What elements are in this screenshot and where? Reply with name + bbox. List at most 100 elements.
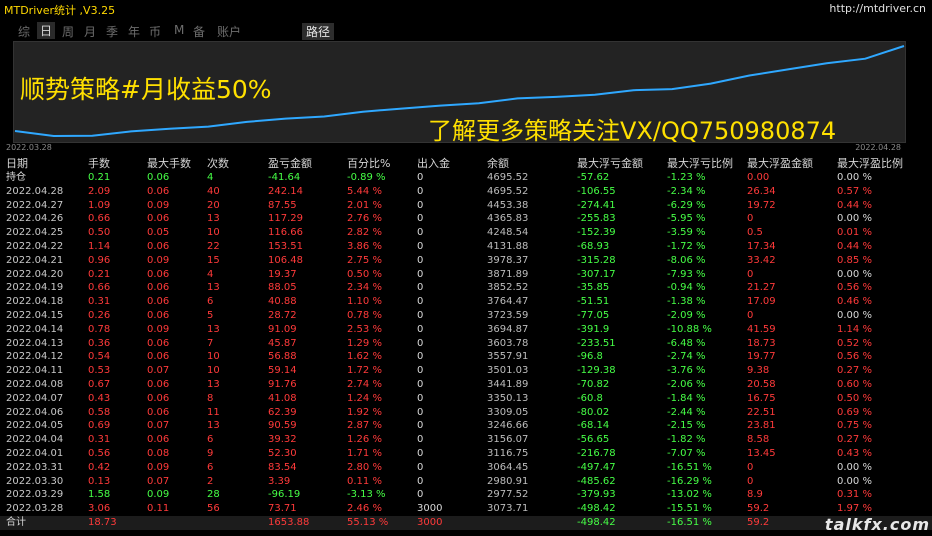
col-max-float-profit-pct[interactable]: 最大浮盈比例: [837, 156, 903, 171]
cell-date: 2022.04.07: [6, 392, 64, 404]
table-row[interactable]: 2022.04.20 0.21 0.06 4 19.37 0.50 % 0 3871.89 -3…: [0, 268, 932, 282]
col-max-float-loss[interactable]: 最大浮亏金额: [577, 156, 643, 171]
cell-max-float-loss: -485.62: [577, 475, 616, 487]
table-total-row: 合计 18.73 1653.88 55.13 % 3000 -498.42 -1…: [0, 515, 932, 530]
table-row[interactable]: 2022.04.22 1.14 0.06 22 153.51 3.86 % 0 4131.88…: [0, 240, 932, 254]
col-max-float-profit[interactable]: 最大浮盈金额: [747, 156, 813, 171]
col-deposit[interactable]: 出入金: [417, 156, 450, 171]
table-row[interactable]: 2022.04.27 1.09 0.09 20 87.55 2.01 % 0 4453.38 -…: [0, 199, 932, 213]
tab-notes[interactable]: 备: [193, 23, 205, 40]
promo-text-contact: 了解更多策略关注VX/QQ750980874: [428, 117, 837, 145]
table-row[interactable]: 2022.04.15 0.26 0.06 5 28.72 0.78 % 0 3723.59 -7…: [0, 309, 932, 323]
cell-date: 2022.04.25: [6, 227, 64, 239]
table-row[interactable]: 2022.04.13 0.36 0.06 7 45.87 1.29 % 0 3603.78 -2…: [0, 337, 932, 351]
cell-max-lots: 0.06: [147, 406, 170, 418]
cell-max-float-loss: -498.42: [577, 503, 616, 515]
cell-max-float-loss-pct: -0.94 %: [667, 282, 706, 294]
table-row[interactable]: 2022.04.18 0.31 0.06 6 40.88 1.10 % 0 3764.47 -5…: [0, 295, 932, 309]
cell-deposit: 0: [417, 406, 424, 418]
cell-deposit: 0: [417, 227, 424, 239]
cell-balance: 3350.13: [487, 392, 529, 404]
table-row[interactable]: 2022.04.11 0.53 0.07 10 59.14 1.72 % 0 3501.03 -…: [0, 364, 932, 378]
cell-balance: 3064.45: [487, 461, 529, 473]
tab-m[interactable]: M: [174, 23, 184, 37]
tab-month[interactable]: 月: [84, 23, 96, 40]
cell-max-lots: 0.06: [147, 378, 170, 390]
table-row[interactable]: 2022.04.01 0.56 0.08 9 52.30 1.71 % 0 3116.75 -2…: [0, 447, 932, 461]
cell-count: 10: [207, 365, 220, 377]
cell-profit: 41.08: [268, 392, 297, 404]
cell-max-float-profit: 22.51: [747, 406, 776, 418]
cell-balance: 3156.07: [487, 434, 529, 446]
cell-max-float-loss-pct: -7.93 %: [667, 268, 706, 280]
cell-deposit: 0: [417, 282, 424, 294]
cell-max-float-loss: -68.14: [577, 420, 610, 432]
cell-date: 2022.03.31: [6, 461, 64, 473]
cell-count: 4: [207, 172, 214, 183]
cell-max-float-profit: 0: [747, 475, 754, 487]
table-row[interactable]: 2022.04.08 0.67 0.06 13 91.76 2.74 % 0 3441.89 -…: [0, 378, 932, 392]
tab-week[interactable]: 周: [62, 23, 74, 40]
cell-max-float-profit-pct: 0.00 %: [837, 213, 872, 225]
cell-percent: 0.50 %: [347, 268, 382, 280]
table-row[interactable]: 2022.04.04 0.31 0.06 6 39.32 1.26 % 0 3156.07 -5…: [0, 433, 932, 447]
cell-max-lots: 0.06: [147, 282, 170, 294]
cell-count: 15: [207, 254, 220, 266]
cell-max-float-profit: 23.81: [747, 420, 776, 432]
cell-max-float-profit: 59.2: [747, 503, 770, 515]
cell-deposit: 0: [417, 296, 424, 308]
cell-max-lots: 0.06: [147, 213, 170, 225]
cell-max-float-loss: -274.41: [577, 199, 616, 211]
tab-quarter[interactable]: 季: [106, 23, 118, 40]
table-row[interactable]: 2022.03.31 0.42 0.09 6 83.54 2.80 % 0 3064.45 -4…: [0, 461, 932, 475]
table-row[interactable]: 2022.04.05 0.69 0.07 13 90.59 2.87 % 0 3246.66 -…: [0, 419, 932, 433]
cell-max-float-profit: 9.38: [747, 365, 770, 377]
table-row[interactable]: 2022.04.12 0.54 0.06 10 56.88 1.62 % 0 3557.91 -…: [0, 350, 932, 364]
table-row[interactable]: 2022.04.26 0.66 0.06 13 117.29 2.76 % 0 4365.83…: [0, 212, 932, 226]
cell-count: 13: [207, 378, 220, 390]
website-link[interactable]: http://mtdriver.cn: [829, 2, 926, 15]
cell-date: 2022.04.05: [6, 420, 64, 432]
col-date[interactable]: 日期: [6, 156, 28, 171]
table-row[interactable]: 2022.03.30 0.13 0.07 2 3.39 0.11 % 0 2980.91 -48…: [0, 475, 932, 489]
cell-percent: 2.34 %: [347, 282, 382, 294]
cell-max-float-profit-pct: 0.52 %: [837, 337, 872, 349]
cell-balance: 3871.89: [487, 268, 529, 280]
cell-percent: 2.82 %: [347, 227, 382, 239]
col-percent[interactable]: 百分比%: [347, 156, 390, 171]
table-row[interactable]: 2022.04.14 0.78 0.09 13 91.09 2.53 % 0 3694.87 -…: [0, 323, 932, 337]
cell-deposit: 0: [417, 337, 424, 349]
cell-lots: 0.21: [88, 268, 111, 280]
cell-balance: 3309.05: [487, 406, 529, 418]
col-count[interactable]: 次数: [207, 156, 229, 171]
table-row[interactable]: 2022.04.07 0.43 0.06 8 41.08 1.24 % 0 3350.13 -6…: [0, 392, 932, 406]
tab-summary[interactable]: 综: [18, 23, 30, 40]
table-row[interactable]: 2022.04.25 0.50 0.05 10 116.66 2.82 % 0 4248.54…: [0, 226, 932, 240]
table-row[interactable]: 2022.03.28 3.06 0.11 56 73.71 2.46 % 3000 3073.…: [0, 502, 932, 516]
cell-profit: 39.32: [268, 434, 297, 446]
tab-year[interactable]: 年: [128, 23, 140, 40]
col-max-lots[interactable]: 最大手数: [147, 156, 191, 171]
table-row[interactable]: 持仓 0.21 0.06 4 -41.64 -0.89 % 0 4695.52 -57.62 -1…: [0, 171, 932, 185]
cell-percent: 1.29 %: [347, 337, 382, 349]
table-row[interactable]: 2022.04.06 0.58 0.06 11 62.39 1.92 % 0 3309.05 -…: [0, 406, 932, 420]
col-max-float-loss-pct[interactable]: 最大浮亏比例: [667, 156, 733, 171]
tab-path[interactable]: 路径: [302, 23, 335, 40]
cell-percent: 3.86 %: [347, 240, 382, 252]
cell-max-float-profit: 16.75: [747, 392, 776, 404]
tab-account[interactable]: 账户: [217, 23, 241, 40]
cell-max-float-loss-pct: -13.02 %: [667, 489, 712, 501]
cell-max-lots: 0.07: [147, 420, 170, 432]
tab-currency[interactable]: 币: [149, 23, 161, 40]
col-lots[interactable]: 手数: [88, 156, 110, 171]
total-percent: 55.13 %: [347, 516, 389, 528]
table-row[interactable]: 2022.03.29 1.58 0.09 28 -96.19 -3.13 % 0 2977.5…: [0, 488, 932, 502]
table-row[interactable]: 2022.04.21 0.96 0.09 15 106.48 2.75 % 0 3978.37…: [0, 254, 932, 268]
table-row[interactable]: 2022.04.28 2.09 0.06 40 242.14 5.44 % 0 4695.52…: [0, 185, 932, 199]
col-balance[interactable]: 余额: [487, 156, 509, 171]
cell-max-float-loss-pct: -1.82 %: [667, 434, 706, 446]
table-row[interactable]: 2022.04.19 0.66 0.06 13 88.05 2.34 % 0 3852.52 -…: [0, 281, 932, 295]
tab-day[interactable]: 日: [37, 22, 56, 39]
cell-max-lots: 0.07: [147, 475, 170, 487]
col-profit[interactable]: 盈亏金额: [268, 156, 312, 171]
